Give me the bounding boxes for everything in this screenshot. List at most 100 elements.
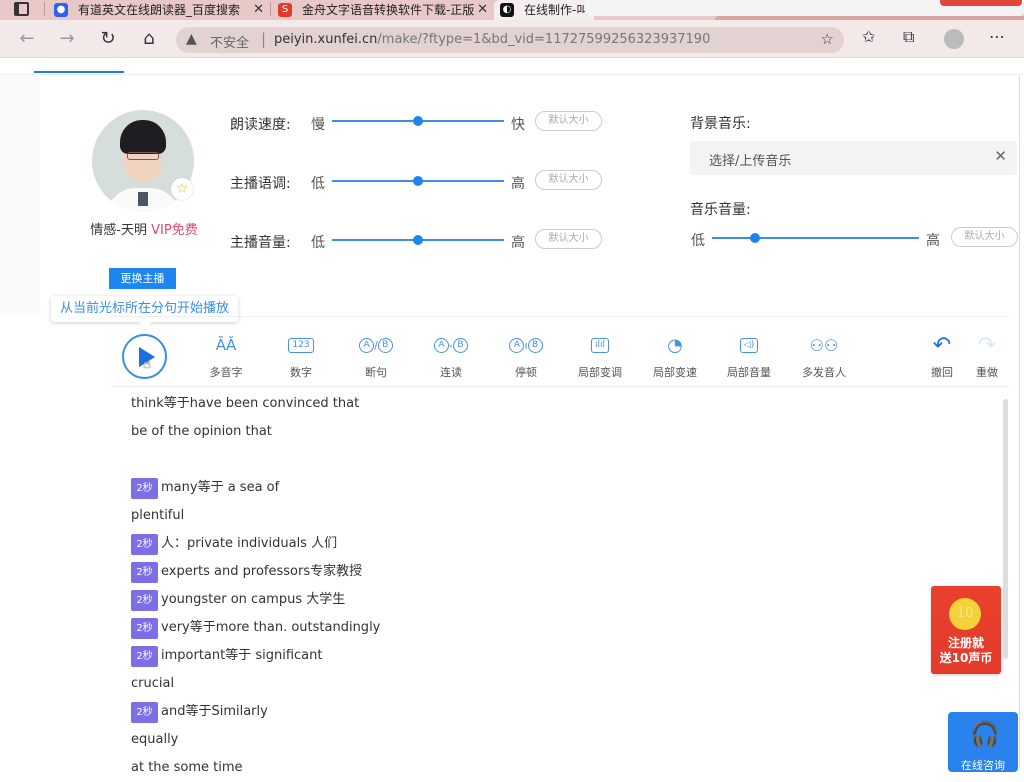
bgm-default-button[interactable]: 默认大小: [951, 227, 1018, 247]
change-voice-button[interactable]: 更换主播: [109, 268, 176, 289]
promo-line: 送10声币: [939, 651, 993, 665]
pause-tag[interactable]: 2秒: [131, 561, 158, 583]
slider-thumb[interactable]: [413, 116, 423, 126]
volume-default-button[interactable]: 默认大小: [535, 229, 602, 249]
slider-thumb[interactable]: [413, 176, 423, 186]
pause-tag[interactable]: 2秒: [131, 701, 158, 723]
sentence-break-icon: A / B: [346, 333, 406, 357]
pitch-default-button[interactable]: 默认大小: [535, 170, 602, 190]
more-menu-icon[interactable]: ⋯: [989, 27, 1005, 46]
bgm-placeholder: 选择/上传音乐: [709, 154, 792, 169]
editor-line[interactable]: 2秒 many等于 a sea of: [131, 474, 991, 502]
baidu-paw-icon: ●: [54, 3, 68, 17]
page-edge: [1019, 75, 1020, 768]
favorites-icon[interactable]: ✩: [862, 27, 875, 46]
editor-line[interactable]: 2秒 youngster on campus 大学生: [131, 586, 991, 614]
screenshot-tool-button[interactable]: [940, 0, 1022, 6]
refresh-icon[interactable]: ↻: [97, 28, 119, 50]
editor-line[interactable]: plentiful: [131, 502, 991, 530]
tool-local-volume[interactable]: ◁) 局部音量: [719, 333, 779, 380]
line-text: youngster on campus 大学生: [161, 592, 346, 607]
local-speed-icon: ◔: [667, 334, 683, 356]
voice-name: 情感-天明 VIP免费: [80, 222, 208, 240]
editor-line[interactable]: 2秒 important等于 significant: [131, 642, 991, 670]
polyphone-icon: ĀǍ: [215, 336, 237, 354]
close-icon[interactable]: ✕: [477, 1, 488, 18]
headset-icon: 🎧: [970, 720, 1000, 748]
pause-tag[interactable]: 2秒: [131, 617, 158, 639]
volume-label: 主播音量:: [230, 235, 291, 251]
editor-line[interactable]: equally: [131, 726, 991, 754]
tab-jinzhou[interactable]: S 金舟文字语音转换软件下载-正版 ✕: [278, 0, 494, 20]
left-panel-shade: [0, 75, 40, 315]
editor-line[interactable]: [131, 446, 991, 474]
tool-local-pitch[interactable]: ılıl 局部变调: [570, 333, 630, 380]
tab-title: 有道英文在线朗读器_百度搜索: [78, 2, 241, 17]
play-tooltip: 从当前光标所在分句开始播放: [51, 296, 238, 328]
redo-button[interactable]: ↷ 重做: [957, 333, 1017, 380]
url-input[interactable]: ▲ 不安全 | peiyin.xunfei.cn/make/?ftype=1&b…: [176, 27, 844, 53]
line-text: many等于 a sea of: [161, 480, 280, 495]
collections-icon[interactable]: ⧉: [903, 27, 914, 47]
tool-label: 数字: [290, 366, 312, 379]
forward-icon[interactable]: →: [56, 28, 78, 50]
tool-label: 多音字: [209, 366, 243, 379]
tool-polyphone[interactable]: ĀǍ 多音字: [196, 333, 256, 380]
bgm-volume-slider[interactable]: [712, 232, 919, 244]
register-promo-badge[interactable]: 10 注册就 送10声币: [931, 586, 1001, 674]
home-icon[interactable]: ⌂: [138, 28, 160, 50]
coin-icon: 10: [949, 598, 981, 630]
avatar-hair: [120, 120, 166, 154]
tab-title: 在线制作-叫: [524, 2, 589, 17]
tool-multi-speaker[interactable]: ⚇⚇ 多发音人: [794, 333, 854, 380]
online-support-button[interactable]: 🎧 在线咨询: [948, 712, 1018, 772]
pause-tag[interactable]: 2秒: [131, 645, 158, 667]
back-icon[interactable]: ←: [16, 28, 38, 50]
editor-line[interactable]: at the some time: [131, 754, 991, 782]
pause-icon: AıB: [496, 333, 556, 357]
tool-sentence-break[interactable]: A / B 断句: [346, 333, 406, 380]
screenshot-tool-overlay: [585, 0, 1024, 16]
avatar-tie: [138, 192, 148, 206]
editor-line[interactable]: think等于have been convinced that: [131, 390, 991, 418]
hand-cursor-icon: ☝: [143, 357, 151, 372]
tool-local-speed[interactable]: ◔ 局部变速: [645, 333, 705, 380]
close-icon[interactable]: ✕: [253, 1, 264, 18]
pitch-slider[interactable]: [332, 175, 504, 187]
speed-slider[interactable]: [332, 115, 504, 127]
security-label[interactable]: 不安全: [210, 32, 249, 51]
volume-slider[interactable]: [332, 234, 504, 246]
line-text: be of the opinion that: [131, 424, 272, 439]
editor-line[interactable]: 2秒 very等于more than. outstandingly: [131, 614, 991, 642]
editor-scrollbar[interactable]: [1003, 399, 1008, 659]
editor-line[interactable]: crucial: [131, 670, 991, 698]
tool-label: 多发音人: [802, 366, 846, 379]
editor-line[interactable]: be of the opinion that: [131, 418, 991, 446]
pause-tag[interactable]: 2秒: [131, 477, 158, 499]
pause-tag[interactable]: 2秒: [131, 589, 158, 611]
tab-xunfei[interactable]: ◐ 在线制作-叫: [494, 0, 594, 20]
pause-tag[interactable]: 2秒: [131, 533, 158, 555]
pitch-low-label: 低: [311, 176, 325, 192]
slider-thumb[interactable]: [413, 235, 423, 245]
tool-liaison[interactable]: A-B 连读: [421, 333, 481, 380]
close-icon[interactable]: ✕: [994, 147, 1007, 165]
editor-line[interactable]: 2秒 experts and professors专家教授: [131, 558, 991, 586]
slider-thumb[interactable]: [750, 233, 761, 243]
editor-line[interactable]: 2秒 人：private individuals 人们: [131, 530, 991, 558]
tool-pause[interactable]: AıB 停顿: [496, 333, 556, 380]
text-editor[interactable]: think等于have been convinced that be of the…: [131, 390, 991, 782]
add-favorite-icon[interactable]: ☆: [821, 30, 834, 48]
redo-icon: ↷: [977, 332, 997, 358]
tab-separator: [44, 2, 45, 16]
editor-line[interactable]: 2秒 and等于Similarly: [131, 698, 991, 726]
url-host: peiyin.xunfei.cn: [274, 32, 378, 47]
tab-actions-icon[interactable]: [14, 2, 29, 16]
speed-default-button[interactable]: 默认大小: [535, 111, 602, 131]
play-button[interactable]: ☝: [122, 334, 167, 379]
tool-number[interactable]: 123 数字: [271, 333, 331, 380]
tab-baidu[interactable]: ● 有道英文在线朗读器_百度搜索 ✕: [54, 0, 270, 20]
profile-avatar[interactable]: [944, 29, 964, 49]
active-tab-indicator: [34, 71, 124, 73]
bgm-select[interactable]: 选择/上传音乐 ✕: [690, 141, 1017, 175]
